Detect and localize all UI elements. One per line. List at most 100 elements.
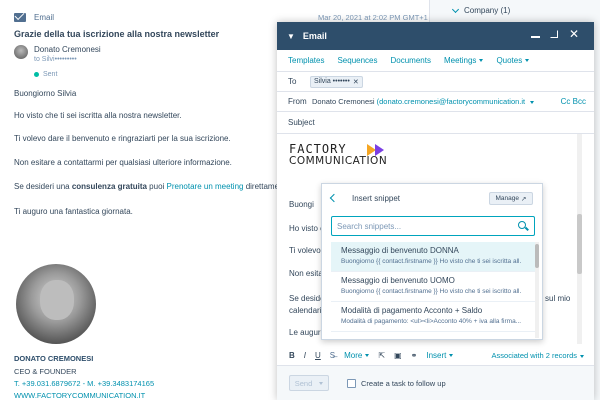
- associated-label: Associated with 2 records: [491, 351, 577, 360]
- snippet-name: Messaggio di benvenuto UOMO: [341, 276, 455, 285]
- compose-body-line[interactable]: Le auguro: [289, 328, 325, 337]
- snippet-popover-title: Insert snippet: [352, 194, 401, 203]
- close-icon[interactable]: ✕: [569, 27, 580, 41]
- search-icon[interactable]: [518, 221, 526, 229]
- compose-body-line[interactable]: Buongi: [289, 200, 314, 209]
- follow-up-checkbox[interactable]: [347, 378, 356, 388]
- tab-quotes[interactable]: Quotes: [496, 56, 530, 65]
- snippet-preview: Buongiorno {{ contact.firstname }} Ho vi…: [341, 288, 521, 295]
- from-label: From: [288, 97, 307, 106]
- tab-documents[interactable]: Documents: [391, 56, 431, 65]
- minimize-icon[interactable]: [531, 36, 540, 38]
- signature-name: DONATO CREMONESI: [14, 354, 94, 363]
- italic-icon[interactable]: I: [304, 351, 306, 360]
- email-greeting: Buongiorno Silvia: [14, 89, 77, 98]
- underline-icon[interactable]: U: [315, 351, 321, 360]
- bold-icon[interactable]: B: [289, 351, 295, 360]
- more-menu[interactable]: More: [344, 350, 370, 360]
- follow-up-label: Create a task to follow up: [361, 378, 446, 388]
- compose-tabs: Templates Sequences Documents Meetings Q…: [277, 50, 594, 72]
- consult-bold: consulenza gratuita: [71, 182, 147, 191]
- compose-title: Email: [302, 31, 327, 41]
- scrollbar-thumb[interactable]: [577, 214, 582, 274]
- tab-templates[interactable]: Templates: [288, 56, 324, 65]
- signature-role: CEO & FOUNDER: [14, 367, 77, 376]
- cc-bcc-link[interactable]: Cc Bcc: [561, 97, 586, 106]
- remove-recipient-icon[interactable]: ✕: [353, 78, 359, 86]
- snippet-search-input[interactable]: [331, 216, 535, 236]
- sender-to[interactable]: to Silvi•••••••••: [34, 56, 101, 63]
- sent-status: Sent: [34, 71, 57, 78]
- compose-body-right[interactable]: sul mio: [545, 294, 570, 303]
- tab-meetings-label: Meetings: [443, 56, 477, 65]
- sender-name: Donato Cremonesi: [34, 45, 101, 54]
- link-icon[interactable]: ⚭: [411, 351, 418, 360]
- chevron-down-icon: [451, 5, 460, 13]
- snippet-list: Messaggio di benvenuto DONNA Buongiorno …: [331, 242, 535, 338]
- status-dot-icon: [34, 72, 39, 77]
- external-link-icon: ↗: [521, 195, 527, 203]
- caret-down-icon: [479, 59, 484, 63]
- compose-body-line[interactable]: Ho visto c: [289, 224, 324, 233]
- caret-down-icon: [525, 59, 530, 63]
- collapse-chevron-icon[interactable]: ▼: [287, 32, 295, 41]
- book-meeting-link[interactable]: Prenotare un meeting: [167, 182, 244, 191]
- snippet-item[interactable]: Modalità di pagamento Acconto + Saldo Mo…: [331, 302, 535, 332]
- caret-down-icon: [319, 381, 324, 385]
- compose-header: ▼ Email ✕: [277, 22, 594, 50]
- sent-label: Sent: [43, 71, 58, 78]
- associated-records-dropdown[interactable]: Associated with 2 records: [492, 351, 584, 360]
- strikethrough-icon[interactable]: S̶: [330, 351, 335, 360]
- envelope-icon: [14, 13, 26, 22]
- snippet-item[interactable]: Messaggio di benvenuto UOMO Buongiorno {…: [331, 272, 535, 302]
- snippet-scroll-thumb[interactable]: [535, 244, 539, 268]
- snippet-preview: Modalità di pagamento: <ul><li>Acconto 4…: [341, 318, 521, 325]
- company-section-label: Company (1): [464, 6, 511, 15]
- compose-footer: Send Create a task to follow up: [277, 365, 594, 400]
- follow-up-task-option[interactable]: Create a task to follow up: [347, 378, 446, 388]
- manage-snippets-button[interactable]: Manage ↗: [489, 192, 533, 205]
- compose-body-line[interactable]: Non esitar: [289, 269, 325, 278]
- snippet-name: Modalità di pagamento Acconto + Saldo: [341, 306, 483, 315]
- tab-sequences[interactable]: Sequences: [337, 56, 377, 65]
- recipient-chip[interactable]: Silvia ••••••• ✕: [310, 75, 363, 88]
- expand-icon[interactable]: [550, 30, 558, 38]
- body-scrollbar[interactable]: [577, 134, 582, 344]
- image-icon[interactable]: ▣: [394, 351, 402, 360]
- sender-avatar: [14, 45, 28, 59]
- email-body-line: Non esitare a contattarmi per qualsiasi …: [14, 158, 232, 167]
- from-field[interactable]: From Donato Cremonesi (donato.cremonesi@…: [277, 92, 594, 112]
- back-chevron-icon[interactable]: [329, 193, 339, 203]
- factory-communication-logo: FACTORY COMMUNICATION: [289, 142, 389, 182]
- snippet-scrollbar[interactable]: [535, 242, 539, 338]
- email-type-label: Email: [34, 13, 55, 22]
- insert-menu[interactable]: Insert: [426, 351, 454, 360]
- company-section-toggle[interactable]: Company (1): [451, 5, 511, 15]
- recipient-name: Silvia •••••••: [314, 78, 350, 85]
- snippet-name: Messaggio di benvenuto DONNA: [341, 246, 459, 255]
- format-toolbar: B I U S̶ More ⇱ ▣ ⚭ Insert Associated wi…: [277, 345, 594, 365]
- more-label: More: [344, 350, 363, 360]
- subject-field[interactable]: Subject: [277, 112, 594, 134]
- compose-body-line[interactable]: calendari: [289, 306, 321, 315]
- from-value[interactable]: Donato Cremonesi (donato.cremonesi@facto…: [312, 97, 535, 106]
- email-closing: Ti auguro una fantastica giornata.: [14, 207, 133, 216]
- insert-snippet-popover: Insert snippet Manage ↗ Messaggio di ben…: [321, 183, 543, 340]
- snippet-item[interactable]: Messaggio di benvenuto DONNA Buongiorno …: [331, 242, 535, 272]
- signature-website[interactable]: WWW.FACTORYCOMMUNICATION.IT: [14, 391, 145, 400]
- signature-phones[interactable]: T. +39.031.6879672 - M. +39.3483174165: [14, 379, 154, 388]
- from-name: Donato Cremonesi: [312, 97, 375, 106]
- tab-meetings[interactable]: Meetings: [443, 56, 484, 65]
- to-field[interactable]: To Silvia ••••••• ✕: [277, 72, 594, 92]
- to-label: To: [288, 77, 297, 86]
- consult-prefix: Se desideri una: [14, 182, 72, 191]
- attach-icon[interactable]: ⇱: [378, 351, 385, 360]
- consult-mid: puoi: [146, 182, 167, 191]
- caret-down-icon: [530, 100, 535, 104]
- compose-body-line[interactable]: Ti volevo: [289, 246, 321, 255]
- email-header: Email: [14, 13, 54, 22]
- tab-quotes-label: Quotes: [496, 56, 523, 65]
- signature-photo: [16, 264, 96, 344]
- email-body-line: Ho visto che ti sei iscritta alla nostra…: [14, 111, 182, 120]
- send-button[interactable]: Send: [289, 375, 329, 391]
